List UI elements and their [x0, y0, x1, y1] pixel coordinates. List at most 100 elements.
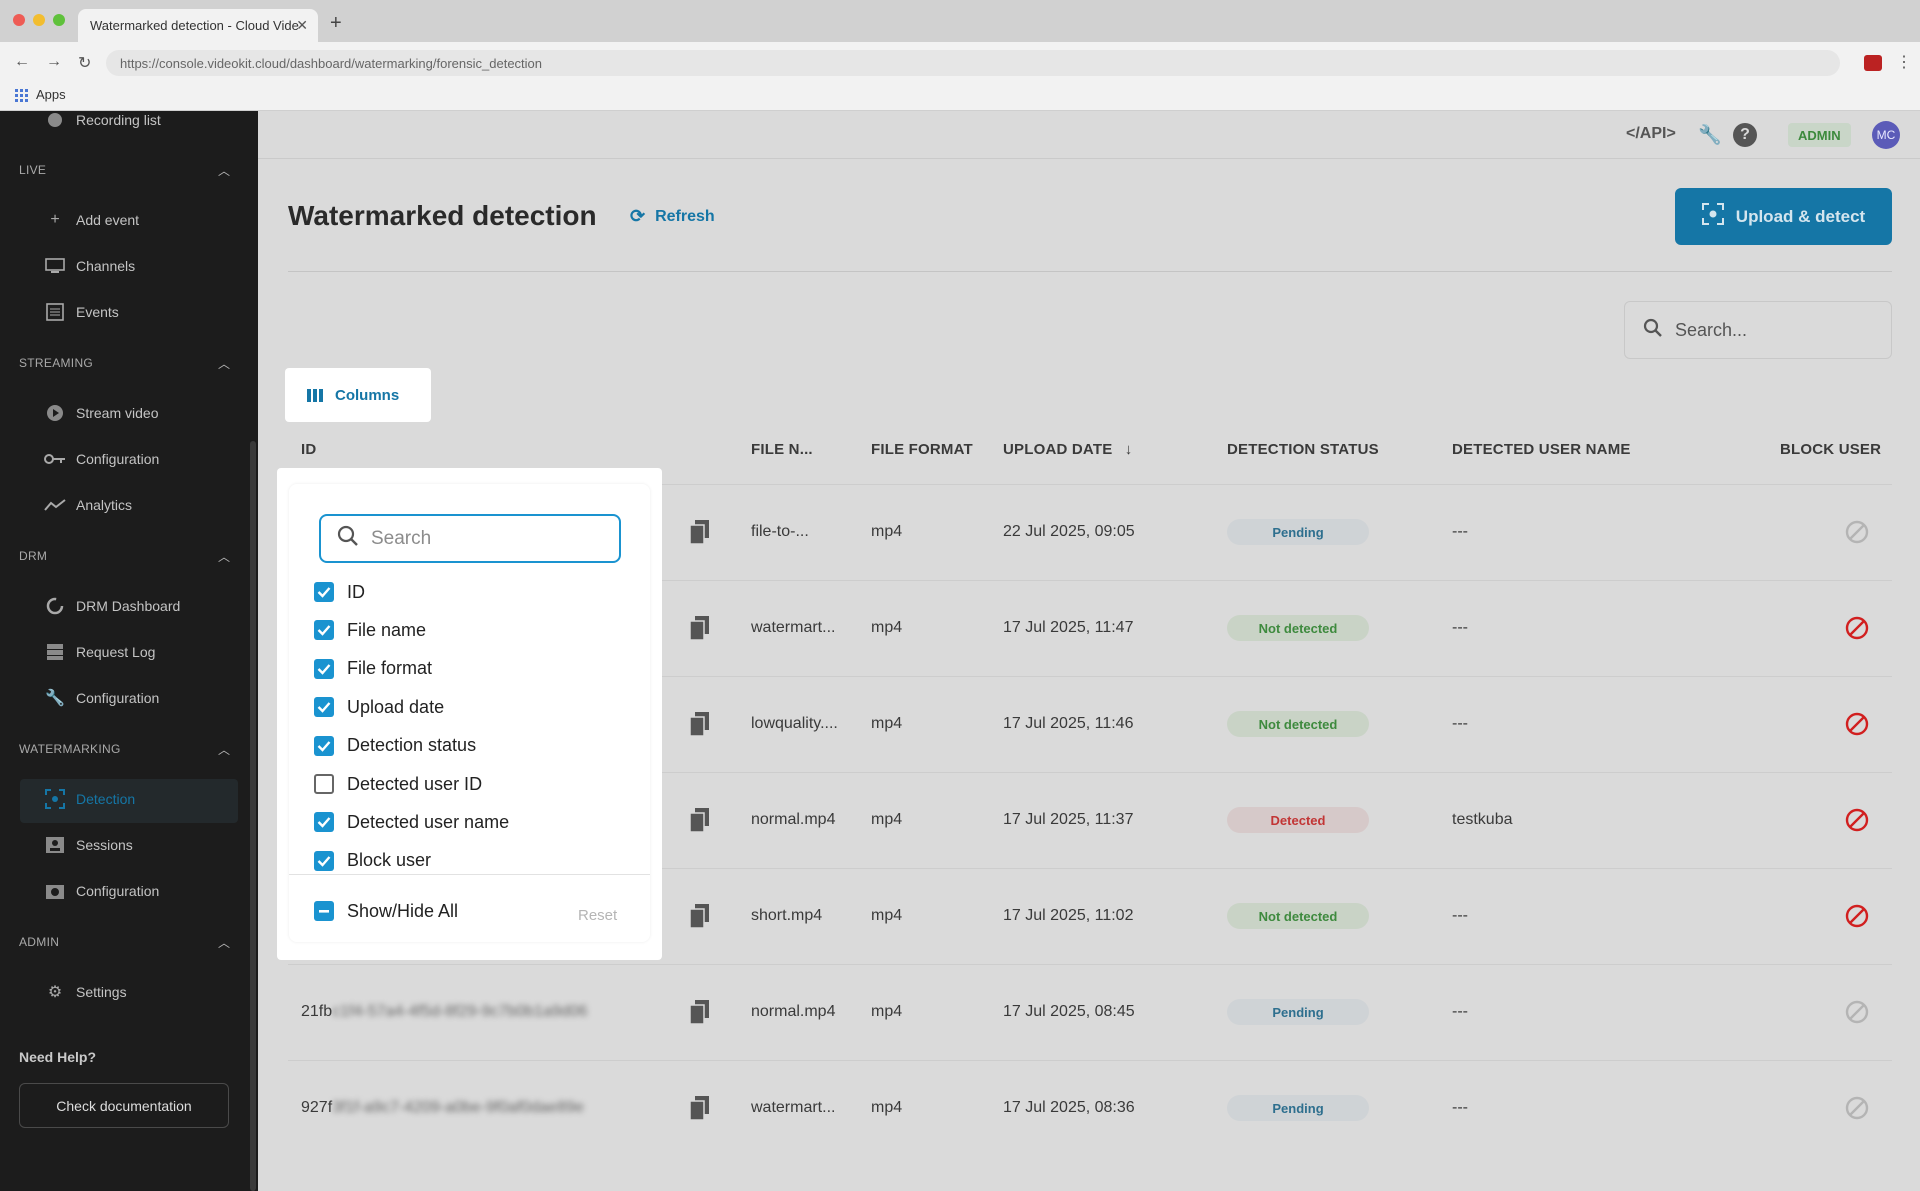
upload-detect-button[interactable]: Upload & detect	[1675, 188, 1892, 245]
column-option[interactable]: Block user	[314, 847, 431, 875]
reload-icon[interactable]: ↻	[78, 53, 91, 73]
sidebar-item-drm-configuration[interactable]: 🔧 Configuration	[44, 689, 159, 707]
block-user-icon[interactable]	[1845, 616, 1869, 640]
show-hide-all-toggle[interactable]: Show/Hide All	[314, 897, 458, 925]
sidebar-item-label: DRM Dashboard	[76, 598, 181, 614]
sidebar: Recording list LIVE ︿ + Add event Channe…	[0, 111, 258, 1191]
row-id: 927f3f1f-a9c7-4209-a0be-9f0af0dae89e	[301, 1099, 584, 1117]
browser-tab[interactable]: Watermarked detection - Cloud Vide ✕	[78, 9, 318, 42]
sidebar-scrollbar[interactable]	[250, 441, 256, 1191]
main-content: </API> 🔧 ? ADMIN MC Watermarked detectio…	[258, 111, 1920, 1191]
column-header-id[interactable]: ID	[301, 441, 316, 458]
row-file-name: lowquality....	[751, 715, 838, 732]
loading-circle-icon	[44, 597, 66, 615]
copy-id-icon[interactable]	[689, 999, 711, 1025]
new-tab-button[interactable]: +	[330, 12, 342, 35]
apps-grid-icon[interactable]	[15, 89, 28, 102]
sidebar-item-label: Add event	[76, 212, 140, 228]
back-icon[interactable]: ←	[14, 53, 30, 71]
table-search-input[interactable]: Search...	[1624, 301, 1892, 359]
column-header-detected-user-name[interactable]: DETECTED USER NAME	[1452, 441, 1631, 458]
checkbox-checked[interactable]	[314, 658, 334, 679]
sidebar-item-request-log[interactable]: Request Log	[44, 643, 155, 661]
column-option[interactable]: File name	[314, 616, 426, 644]
row-upload-date: 17 Jul 2025, 11:02	[1003, 907, 1134, 924]
reset-button[interactable]: Reset	[578, 907, 617, 924]
help-icon[interactable]: ?	[1733, 123, 1757, 147]
sidebar-item-analytics[interactable]: Analytics	[44, 496, 132, 514]
check-documentation-button[interactable]: Check documentation	[19, 1083, 229, 1128]
columns-popover: ID File name File format Upload date Detecti…	[277, 468, 662, 960]
address-bar[interactable]: https://console.videokit.cloud/dashboard…	[106, 50, 1840, 76]
sidebar-item-drm-dashboard[interactable]: DRM Dashboard	[44, 597, 180, 615]
columns-search-field[interactable]	[319, 514, 621, 563]
copy-id-icon[interactable]	[689, 903, 711, 929]
indeterminate-checkbox[interactable]	[314, 901, 334, 921]
sidebar-item-settings[interactable]: ⚙ Settings	[44, 983, 127, 1001]
sidebar-item-events[interactable]: Events	[44, 303, 119, 321]
chevron-up-icon[interactable]: ︿	[218, 355, 230, 372]
column-header-file-format[interactable]: FILE FORMAT	[871, 441, 973, 458]
sidebar-item-stream-video[interactable]: Stream video	[44, 404, 158, 422]
sidebar-item-streaming-configuration[interactable]: Configuration	[44, 450, 159, 468]
wrench-icon[interactable]: 🔧	[1698, 123, 1722, 147]
columns-search-input[interactable]	[371, 527, 591, 550]
column-option-label: Upload date	[347, 696, 445, 717]
block-user-icon[interactable]	[1845, 712, 1869, 736]
checkbox-checked[interactable]	[314, 735, 334, 756]
sidebar-item-recording-list[interactable]: Recording list	[44, 111, 161, 129]
column-option[interactable]: Detection status	[314, 732, 476, 760]
sidebar-item-label: Sessions	[76, 837, 133, 853]
checkbox-checked[interactable]	[314, 620, 334, 641]
row-file-name: short.mp4	[751, 907, 823, 924]
column-option[interactable]: File format	[314, 655, 432, 683]
chevron-up-icon[interactable]: ︿	[218, 162, 230, 179]
checkbox-checked[interactable]	[314, 697, 334, 718]
columns-button[interactable]: Columns	[285, 368, 431, 422]
copy-id-icon[interactable]	[689, 1095, 711, 1121]
column-option[interactable]: ID	[314, 578, 365, 606]
copy-id-icon[interactable]	[689, 711, 711, 737]
sidebar-item-add-event[interactable]: + Add event	[44, 211, 139, 229]
block-user-icon[interactable]	[1845, 904, 1869, 928]
checkbox-checked[interactable]	[314, 850, 334, 871]
apps-bookmark[interactable]: Apps	[36, 87, 66, 102]
column-option[interactable]: Detected user ID	[314, 770, 482, 798]
sidebar-item-detection[interactable]: Detection	[44, 789, 135, 809]
sidebar-item-sessions[interactable]: Sessions	[44, 836, 133, 854]
sidebar-item-watermarking-configuration[interactable]: Configuration	[44, 882, 159, 900]
checkbox-unchecked[interactable]	[314, 774, 334, 794]
column-option[interactable]: Detected user name	[314, 808, 509, 836]
maximize-window-button[interactable]	[53, 14, 65, 26]
api-icon[interactable]: </API>	[1626, 125, 1676, 143]
checkbox-checked[interactable]	[314, 582, 334, 602]
copy-id-icon[interactable]	[689, 615, 711, 641]
sidebar-item-channels[interactable]: Channels	[44, 257, 135, 275]
sidebar-section-watermarking: WATERMARKING	[19, 742, 121, 756]
copy-id-icon[interactable]	[689, 519, 711, 545]
column-header-detection-status[interactable]: DETECTION STATUS	[1227, 441, 1379, 458]
close-tab-icon[interactable]: ✕	[296, 17, 308, 34]
extension-icon[interactable]	[1864, 55, 1882, 71]
refresh-button[interactable]: ⟳ Refresh	[630, 206, 715, 227]
chevron-up-icon[interactable]: ︿	[218, 548, 230, 565]
record-icon	[44, 111, 66, 129]
chevron-up-icon[interactable]: ︿	[218, 741, 230, 758]
column-option[interactable]: Upload date	[314, 693, 444, 721]
copy-id-icon[interactable]	[689, 807, 711, 833]
close-window-button[interactable]	[13, 14, 25, 26]
row-divider	[288, 964, 1892, 965]
column-header-file-name[interactable]: FILE N...	[751, 441, 813, 458]
chevron-up-icon[interactable]: ︿	[218, 934, 230, 951]
minimize-window-button[interactable]	[33, 14, 45, 26]
detection-scan-icon	[44, 789, 66, 809]
checkbox-checked[interactable]	[314, 812, 334, 833]
status-badge: Not detected	[1227, 615, 1369, 641]
forward-icon[interactable]: →	[46, 53, 62, 71]
block-user-icon[interactable]	[1845, 808, 1869, 832]
need-help-heading: Need Help?	[19, 1049, 97, 1065]
avatar[interactable]: MC	[1872, 121, 1900, 149]
column-header-upload-date[interactable]: UPLOAD DATE ↓	[1003, 441, 1133, 458]
column-header-block-user[interactable]: BLOCK USER	[1780, 441, 1881, 458]
browser-menu-icon[interactable]: ⋮	[1896, 52, 1912, 72]
